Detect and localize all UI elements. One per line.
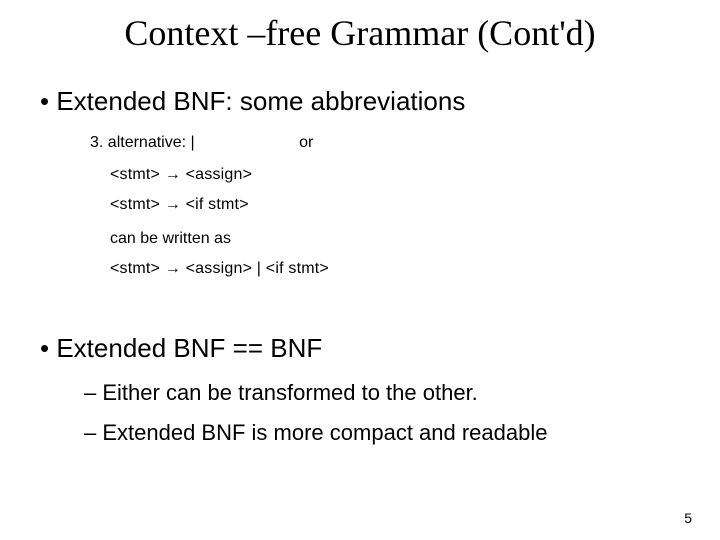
alternative-or-word: or [299, 131, 313, 155]
grammar-rule-1: <stmt> → <assign> [110, 163, 680, 187]
slide-body: Extended BNF: some abbreviations 3. alte… [40, 80, 680, 460]
slide: Context –free Grammar (Cont'd) Extended … [0, 0, 720, 540]
alternative-heading-line: 3. alternative: | or [90, 131, 680, 155]
spacer [40, 287, 680, 327]
dash-item-compact: Extended BNF is more compact and readabl… [84, 420, 680, 446]
grammar-rule-2: <stmt> → <if stmt> [110, 193, 680, 217]
slide-title: Context –free Grammar (Cont'd) [0, 12, 720, 54]
grammar-rule-combined: <stmt> → <assign> | <if stmt> [110, 257, 680, 281]
alternative-block: 3. alternative: | or <stmt> → <assign> <… [90, 131, 680, 281]
dash-list: Either can be transformed to the other. … [84, 380, 680, 446]
can-be-written-as: can be written as [110, 227, 680, 251]
bullet-ebnf-equals-bnf: Extended BNF == BNF [40, 333, 680, 364]
page-number: 5 [684, 510, 692, 526]
bullet-ebnf-abbreviations: Extended BNF: some abbreviations [40, 86, 680, 117]
dash-item-transform: Either can be transformed to the other. [84, 380, 680, 406]
alternative-numbered-label: 3. alternative: | [90, 134, 195, 151]
